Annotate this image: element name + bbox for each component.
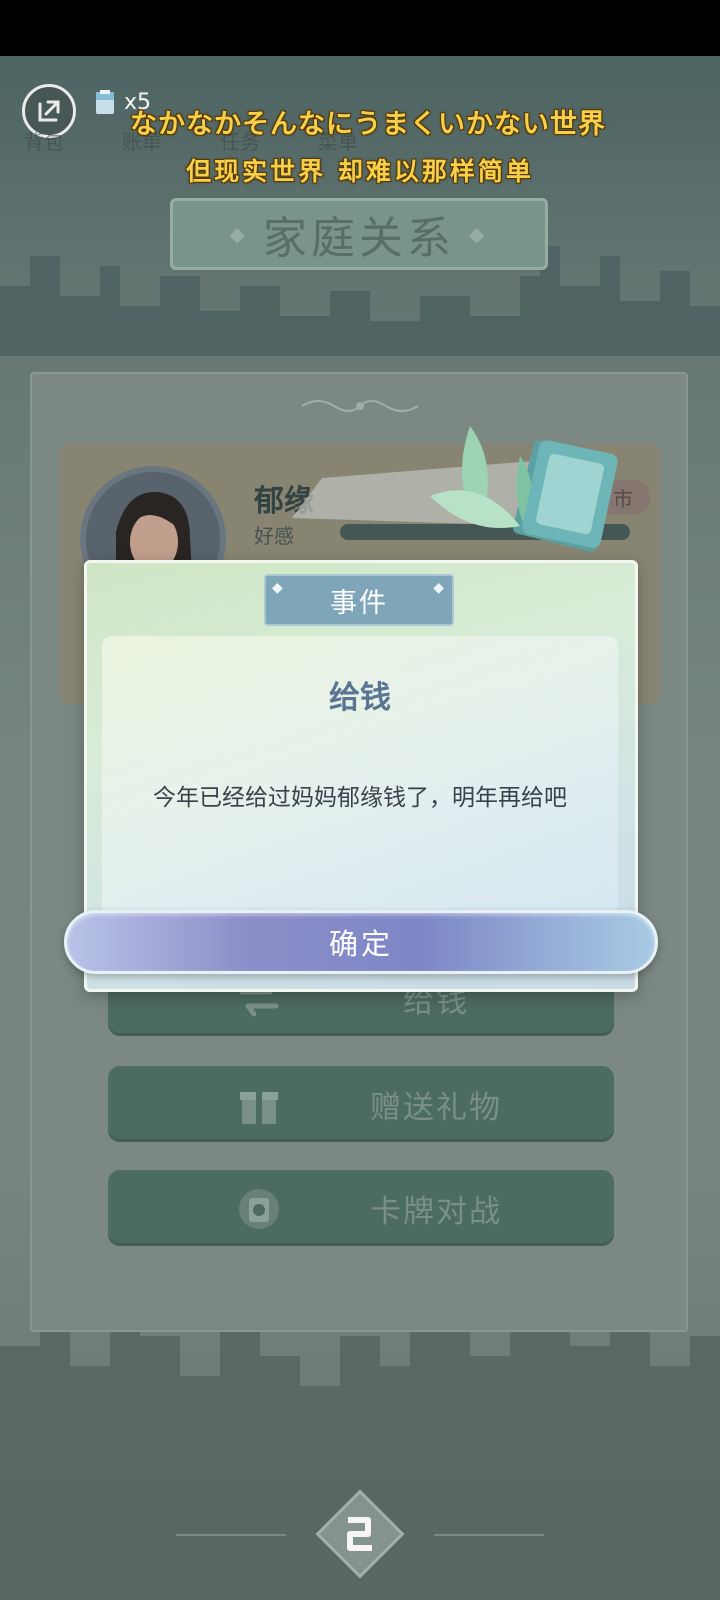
- confirm-button-label: 确定: [328, 927, 393, 961]
- dialog-tag: ◆ 事件 ◆: [264, 574, 454, 626]
- dialog-tag-text: 事件: [330, 587, 388, 619]
- dialog-message: 今年已经给过妈妈郁缘钱了，明年再给吧: [153, 785, 567, 811]
- dialog-title: 给钱: [329, 680, 391, 716]
- diamond-icon: ◆: [272, 580, 285, 596]
- status-bar: [0, 0, 720, 56]
- confirm-button[interactable]: 确定: [64, 910, 658, 974]
- diamond-icon: ◆: [433, 580, 446, 596]
- leaf-decoration: [430, 426, 618, 548]
